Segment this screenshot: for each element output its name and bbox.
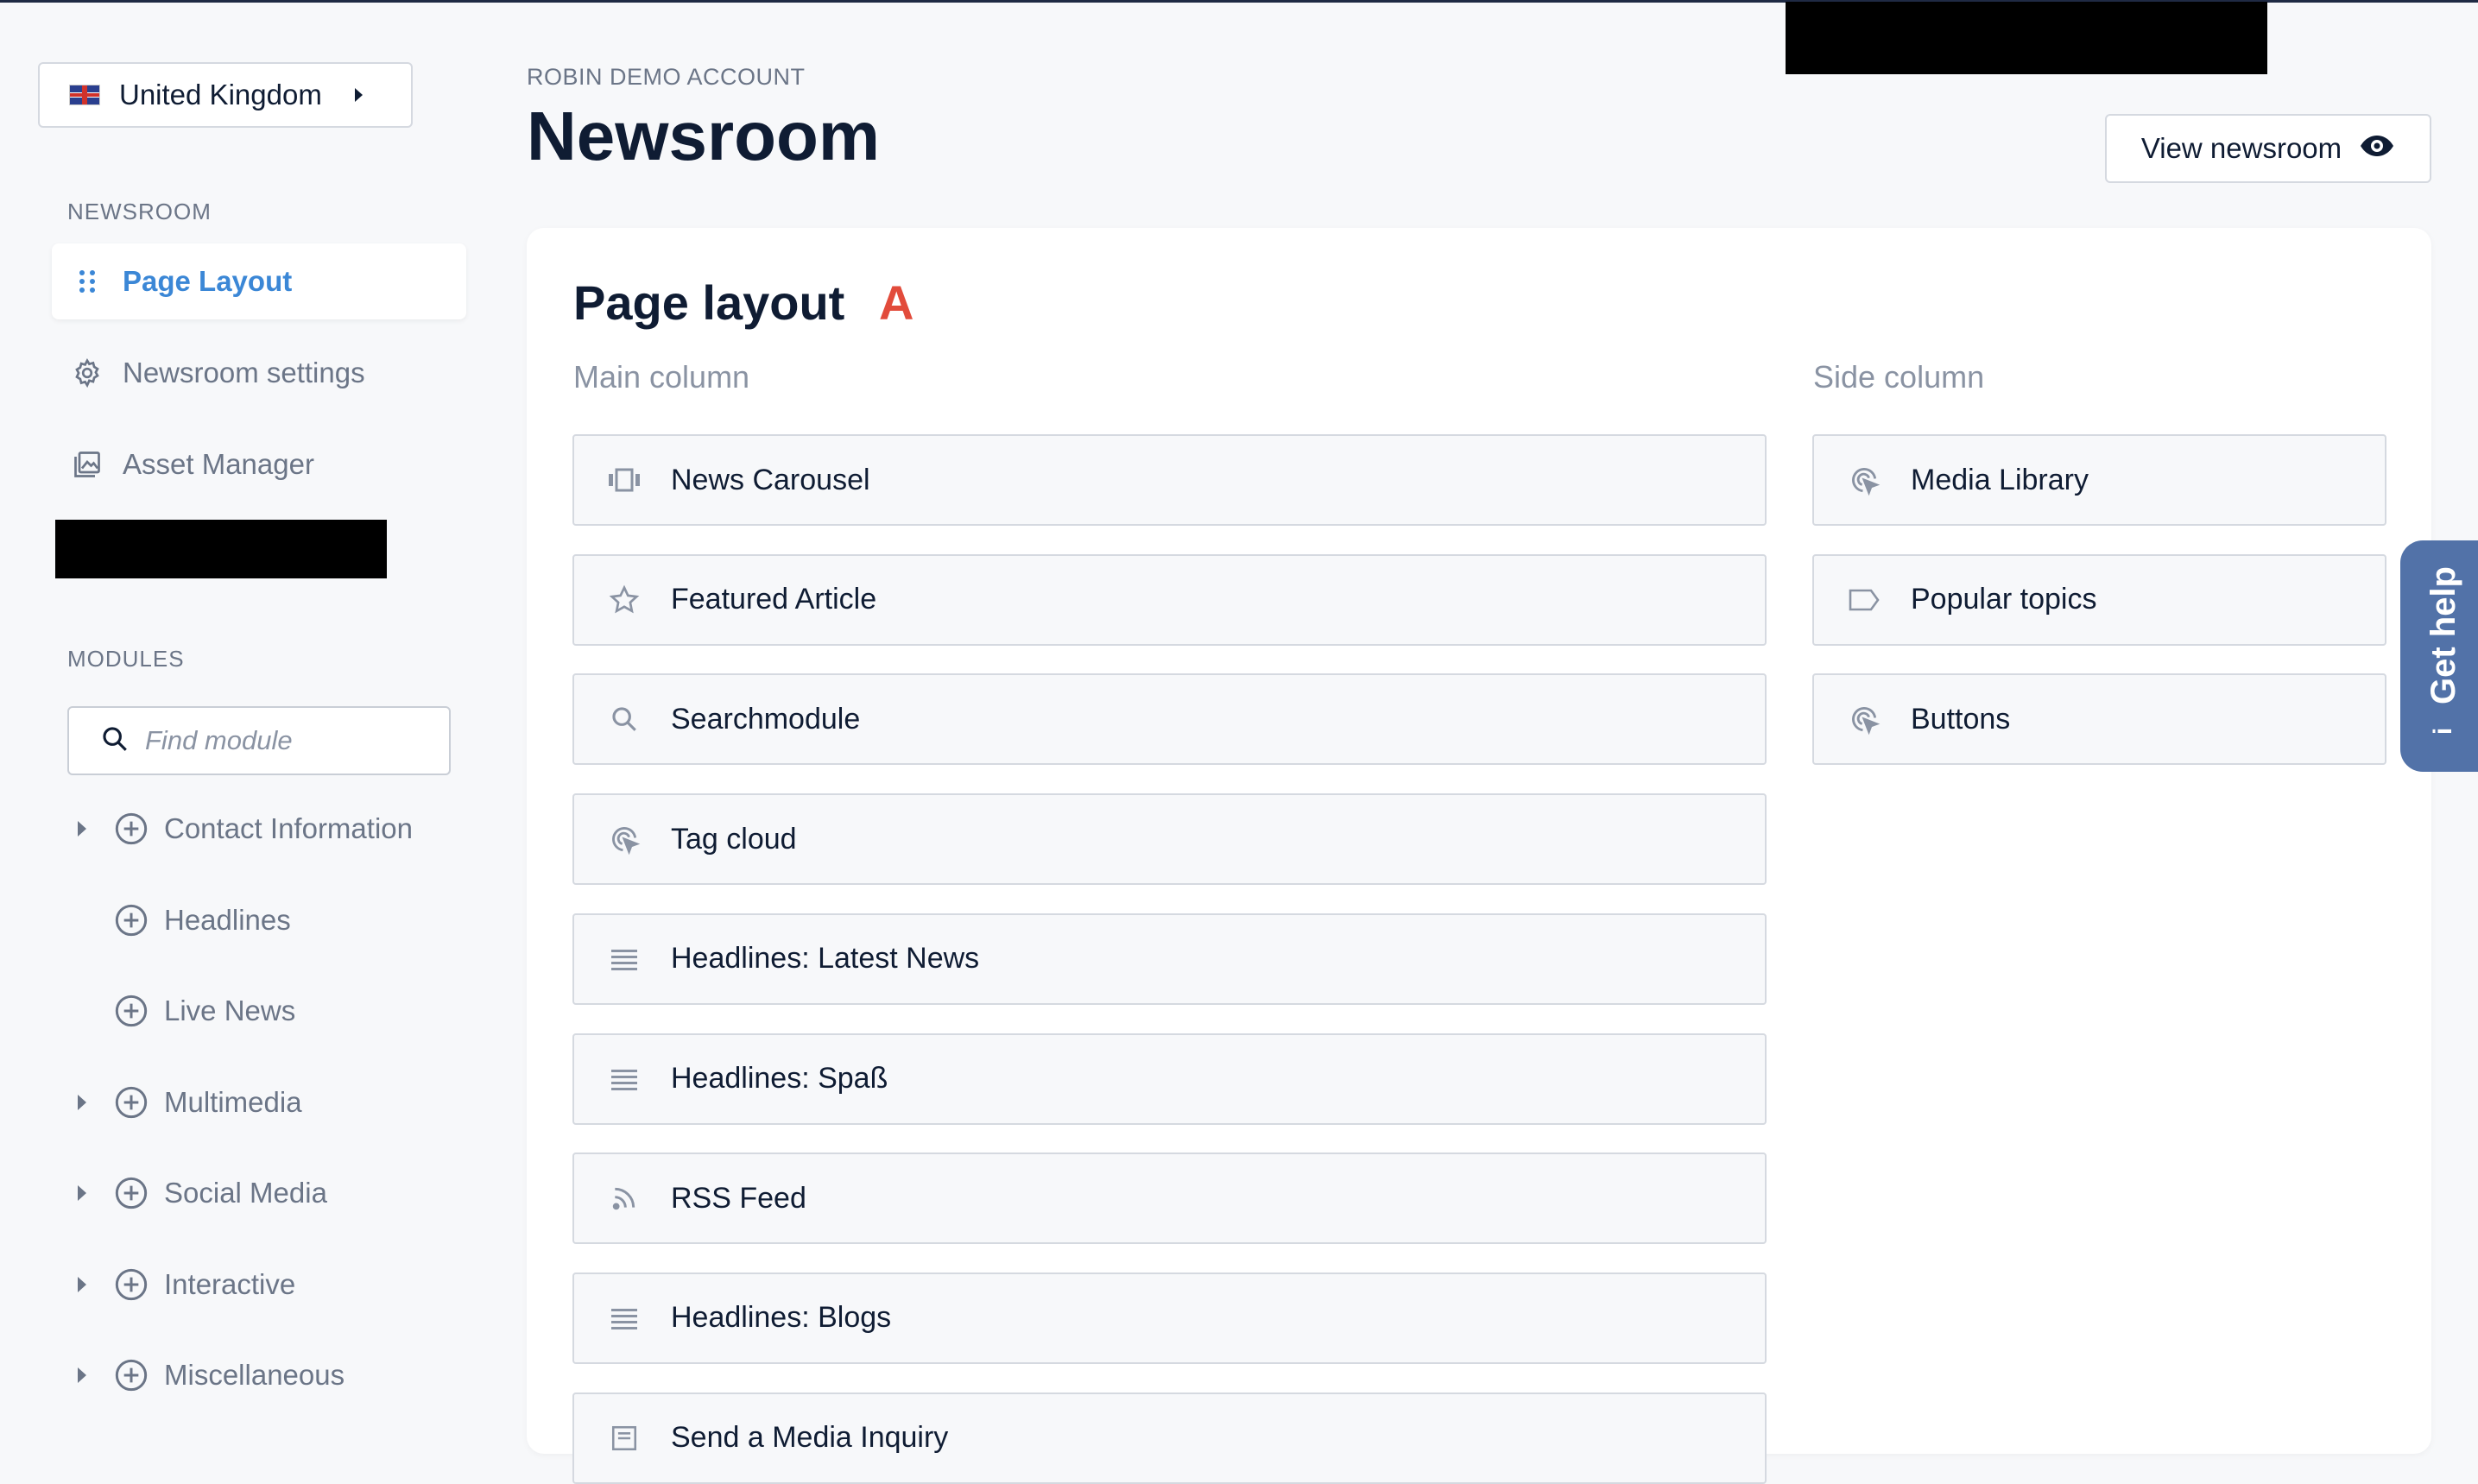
block-label: News Carousel (671, 463, 870, 496)
main-column-label: Main column (573, 359, 750, 395)
layout-block-news-carousel[interactable]: News Carousel (572, 434, 1767, 526)
block-label: Send a Media Inquiry (671, 1421, 949, 1455)
add-circle-icon[interactable] (114, 1085, 149, 1120)
module-label: Interactive (164, 1267, 296, 1300)
module-label: Multimedia (164, 1085, 302, 1118)
module-item-interactive[interactable]: Interactive (78, 1259, 295, 1310)
layout-block-popular-topics[interactable]: Popular topics (1812, 553, 2386, 646)
find-module-input[interactable] (143, 724, 423, 757)
add-circle-icon[interactable] (114, 903, 149, 938)
find-module-search[interactable] (67, 706, 451, 775)
form-icon (607, 1421, 642, 1456)
view-newsroom-label: View newsroom (2140, 132, 2342, 164)
info-icon: i (2429, 727, 2457, 736)
add-circle-icon[interactable] (114, 994, 149, 1028)
block-label: Searchmodule (671, 702, 861, 736)
click-target-icon (1847, 702, 1881, 736)
expand-caret-icon[interactable] (78, 1185, 98, 1201)
block-label: RSS Feed (671, 1181, 806, 1215)
module-item-headlines[interactable]: Headlines (78, 894, 291, 946)
click-target-icon (607, 822, 642, 856)
module-label: Miscellaneous (164, 1359, 345, 1391)
get-help-tab[interactable]: Get help i (2400, 540, 2478, 772)
caret-right-icon (354, 88, 363, 102)
sidebar-item-label: Newsroom settings (123, 357, 365, 388)
list-lines-icon (607, 942, 642, 976)
block-label: Headlines: Blogs (671, 1301, 892, 1335)
eye-icon (2359, 132, 2395, 165)
block-label: Media Library (1911, 463, 2089, 496)
page-title: Newsroom (527, 98, 880, 174)
expand-caret-icon[interactable] (78, 1094, 98, 1110)
module-label: Social Media (164, 1177, 327, 1209)
block-label: Featured Article (671, 583, 877, 616)
rss-icon (607, 1181, 642, 1216)
search-icon (100, 724, 130, 758)
module-item-contact-information[interactable]: Contact Information (78, 803, 413, 855)
add-circle-icon[interactable] (114, 1358, 149, 1392)
add-circle-icon[interactable] (114, 1176, 149, 1210)
layout-block-headlines-spa-[interactable]: Headlines: Spaß (572, 1032, 1767, 1125)
account-name: ROBIN DEMO ACCOUNT (527, 64, 806, 90)
side-column-label: Side column (1813, 359, 1985, 395)
block-label: Headlines: Latest News (671, 942, 980, 976)
module-item-miscellaneous[interactable]: Miscellaneous (78, 1349, 345, 1401)
modules-section-label: MODULES (67, 646, 185, 672)
sidebar-item-asset-manager[interactable]: Asset Manager (52, 426, 466, 502)
add-circle-icon[interactable] (114, 1267, 149, 1302)
layout-block-headlines-blogs[interactable]: Headlines: Blogs (572, 1272, 1767, 1364)
expand-caret-icon[interactable] (78, 1276, 98, 1292)
layout-block-buttons[interactable]: Buttons (1812, 673, 2386, 766)
card-title: Page layout (573, 275, 845, 330)
expand-caret-icon[interactable] (78, 821, 98, 837)
sidebar-item-label: Page Layout (123, 265, 293, 297)
layout-block-media-library[interactable]: Media Library (1812, 434, 2386, 526)
list-lines-icon (607, 1062, 642, 1096)
layout-block-send-a-media-inquiry[interactable]: Send a Media Inquiry (572, 1392, 1767, 1484)
sidebar-item-label: Asset Manager (123, 448, 314, 480)
click-target-icon (1847, 463, 1881, 497)
module-label: Headlines (164, 903, 291, 936)
block-label: Buttons (1911, 702, 2011, 736)
module-label: Live News (164, 995, 296, 1026)
block-label: Tag cloud (671, 822, 797, 856)
add-circle-icon[interactable] (114, 811, 149, 846)
expand-caret-icon[interactable] (78, 1367, 98, 1383)
layout-block-headlines-latest-news[interactable]: Headlines: Latest News (572, 913, 1767, 1005)
country-selector[interactable]: United Kingdom (38, 62, 413, 128)
drag-dots-icon (71, 265, 104, 298)
sidebar-item-newsroom-settings[interactable]: Newsroom settings (52, 335, 466, 411)
gear-icon (71, 357, 104, 389)
star-icon (607, 583, 642, 617)
module-item-social-media[interactable]: Social Media (78, 1167, 327, 1219)
redacted-area-sidebar (55, 520, 387, 578)
carousel-icon (607, 463, 642, 497)
newsroom-section-label: NEWSROOM (67, 199, 212, 224)
layout-block-featured-article[interactable]: Featured Article (572, 553, 1767, 646)
tag-icon (1847, 583, 1881, 617)
get-help-label: Get help (2424, 565, 2462, 705)
block-label: Headlines: Spaß (671, 1062, 888, 1095)
search-icon (607, 702, 642, 736)
module-label: Contact Information (164, 812, 413, 844)
layout-badge: A (879, 275, 914, 330)
sidebar-item-page-layout[interactable]: Page Layout (52, 243, 466, 319)
list-lines-icon (607, 1301, 642, 1336)
view-newsroom-button[interactable]: View newsroom (2105, 114, 2431, 183)
module-item-multimedia[interactable]: Multimedia (78, 1077, 302, 1128)
redacted-area-top (1786, 2, 2267, 74)
module-item-live-news[interactable]: Live News (78, 985, 295, 1037)
layout-block-searchmodule[interactable]: Searchmodule (572, 673, 1767, 766)
layout-block-rss-feed[interactable]: RSS Feed (572, 1152, 1767, 1245)
block-label: Popular topics (1911, 583, 2097, 616)
uk-flag-icon (69, 85, 100, 105)
country-label: United Kingdom (119, 79, 322, 111)
layout-block-tag-cloud[interactable]: Tag cloud (572, 793, 1767, 886)
image-gallery-icon (71, 448, 104, 481)
